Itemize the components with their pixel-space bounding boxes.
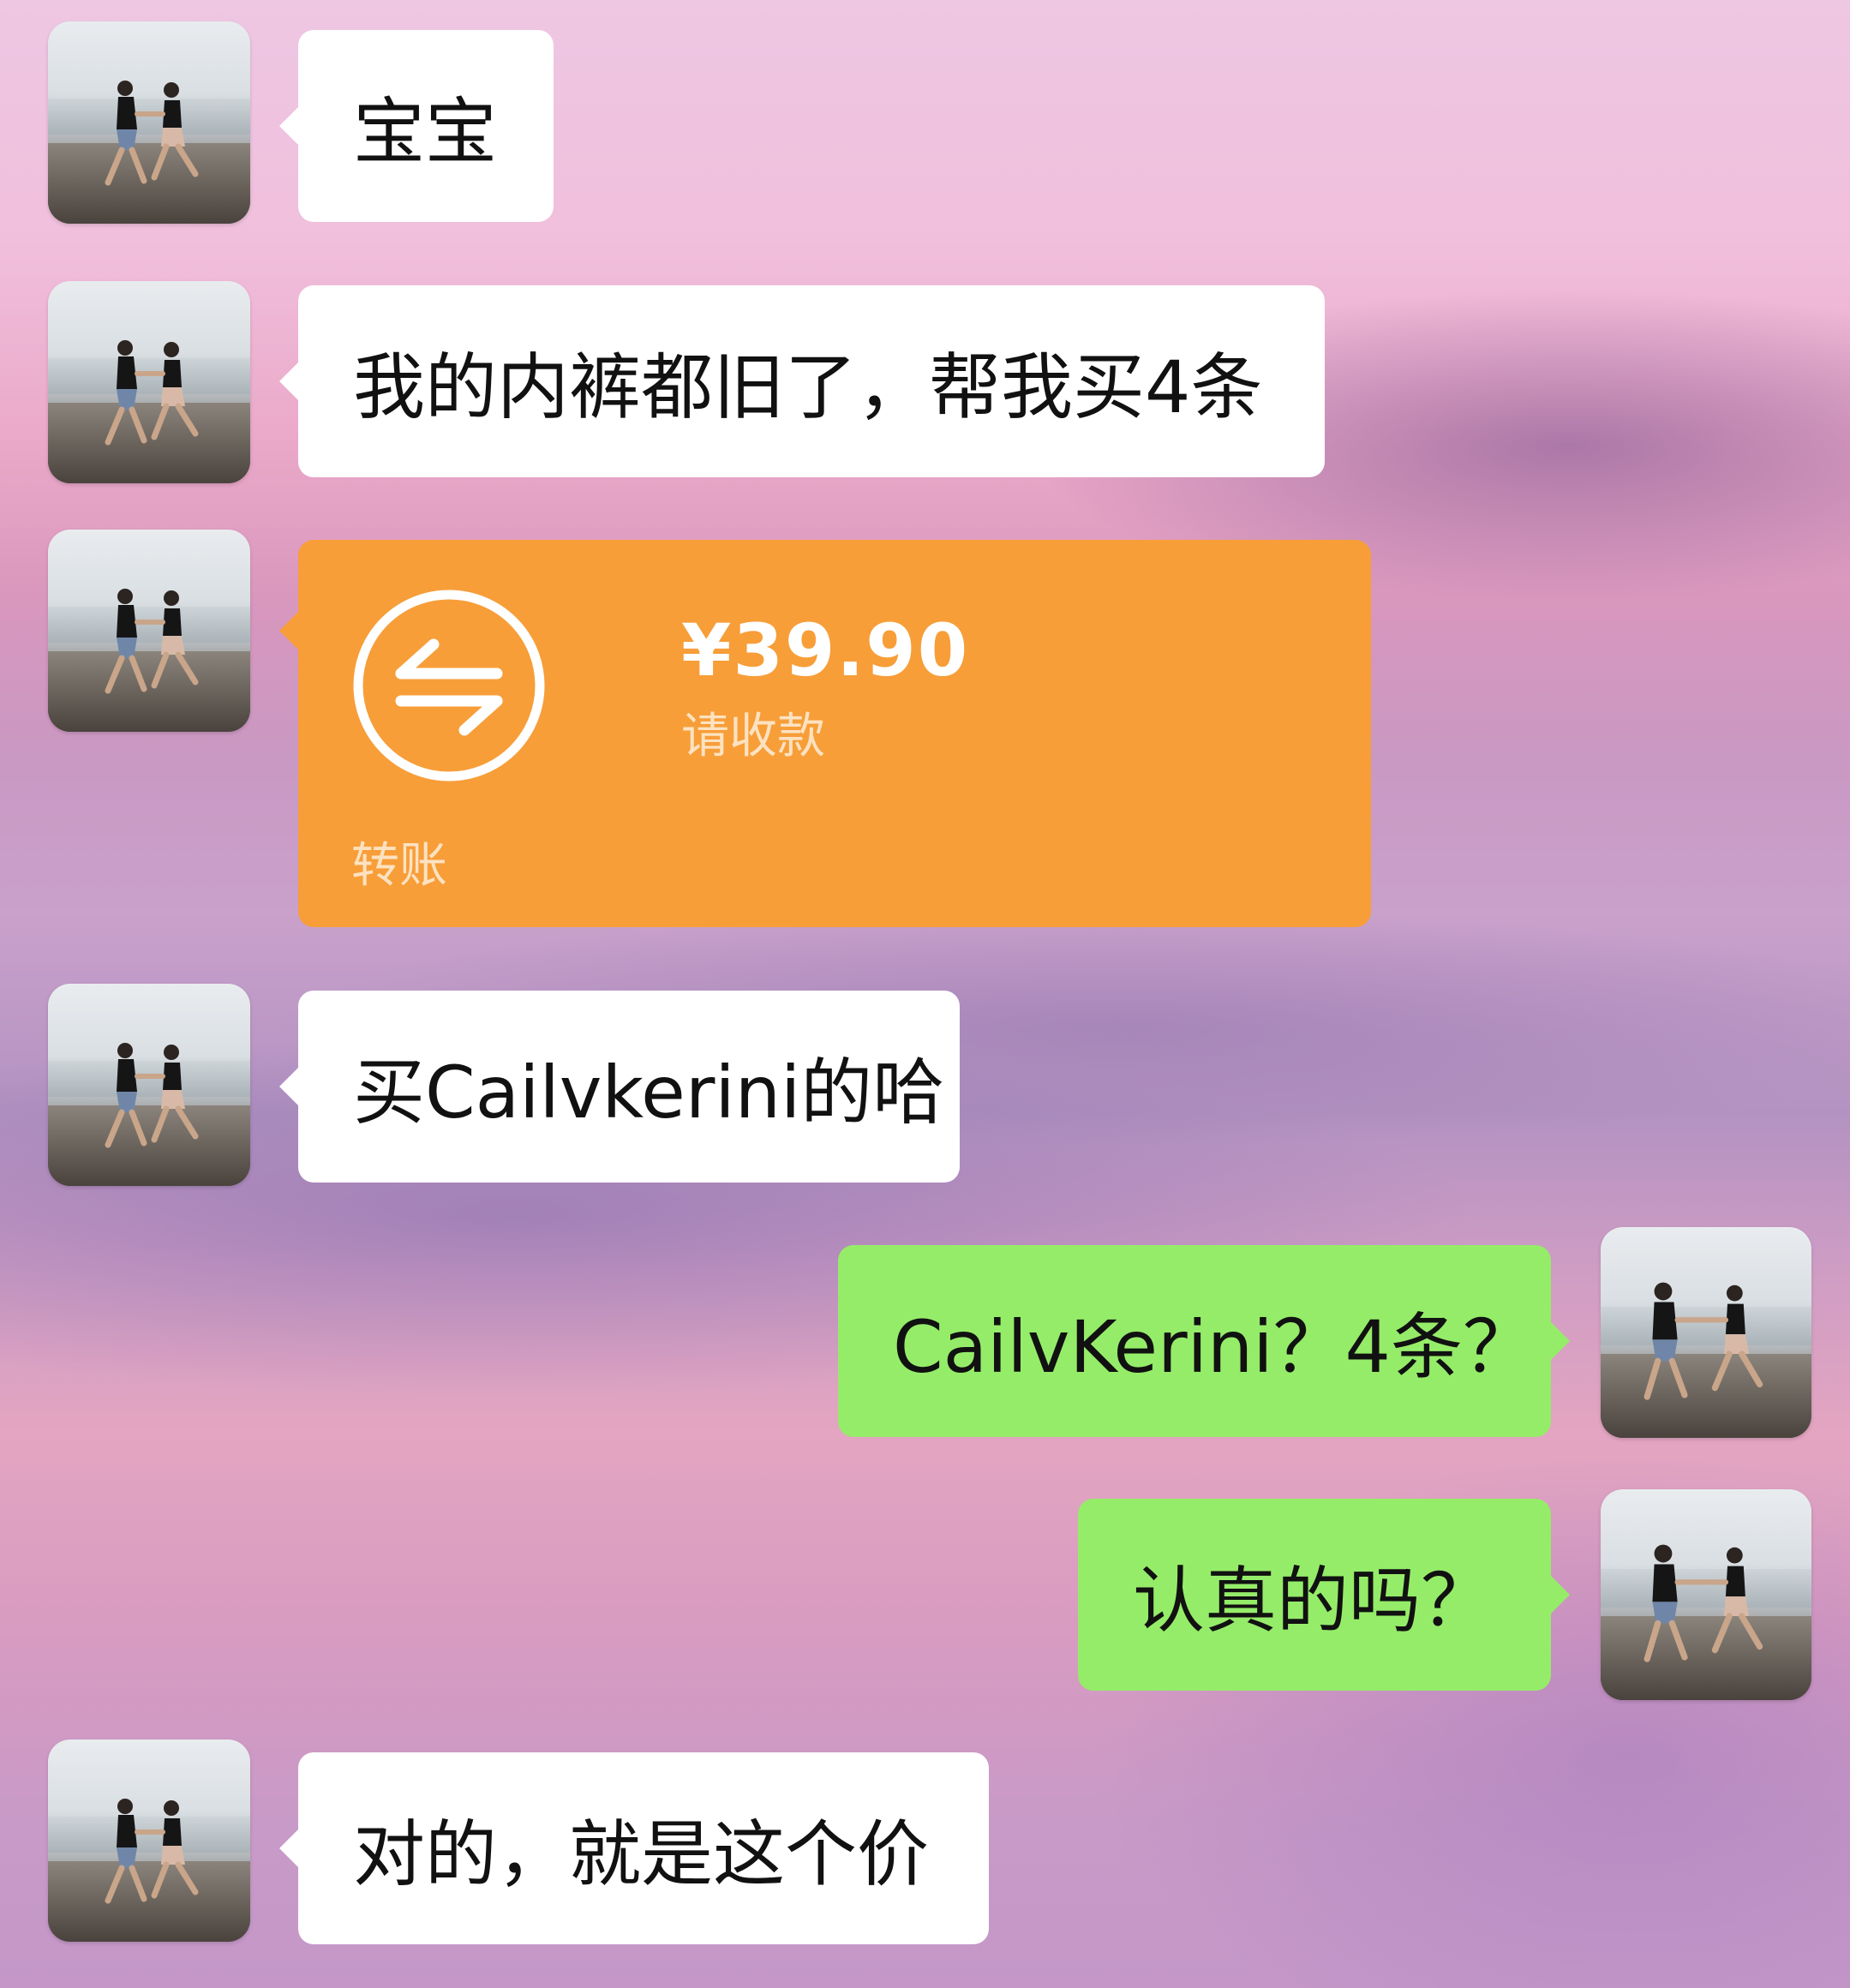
contact-avatar[interactable] [48, 21, 250, 224]
transfer-arrows-icon [353, 590, 545, 781]
message-bubble[interactable]: CailvKerini？4条？ [838, 1245, 1570, 1437]
message-text: CailvKerini？4条？ [893, 1304, 1535, 1389]
transfer-label: 转账 [351, 838, 447, 894]
message-text: 对的，就是这个价 [353, 1811, 930, 1896]
message-text: 宝宝 [353, 89, 498, 174]
contact-avatar[interactable] [48, 1740, 250, 1942]
message-bubble[interactable]: 宝宝 [279, 30, 554, 222]
message-bubble[interactable]: 认真的吗？ [1078, 1499, 1570, 1691]
message-text: 认真的吗？ [1133, 1558, 1494, 1643]
contact-avatar[interactable] [48, 281, 250, 483]
message-bubble[interactable]: 买Cailvkerini的哈 [279, 991, 960, 1183]
transfer-amount: ¥39.90 [681, 608, 970, 692]
my-avatar[interactable] [1601, 1489, 1811, 1700]
contact-avatar[interactable] [48, 984, 250, 1186]
message-bubble[interactable]: 对的，就是这个价 [279, 1752, 989, 1944]
transfer-card[interactable]: ¥39.90 请收款 转账 [279, 540, 1371, 927]
message-text: 我的内裤都旧了，帮我买4条 [353, 344, 1263, 429]
my-avatar[interactable] [1601, 1227, 1811, 1438]
transfer-status: 请收款 [681, 709, 825, 764]
contact-avatar[interactable] [48, 530, 250, 732]
message-text: 买Cailvkerini的哈 [353, 1050, 945, 1135]
message-bubble[interactable]: 我的内裤都旧了，帮我买4条 [279, 285, 1325, 477]
